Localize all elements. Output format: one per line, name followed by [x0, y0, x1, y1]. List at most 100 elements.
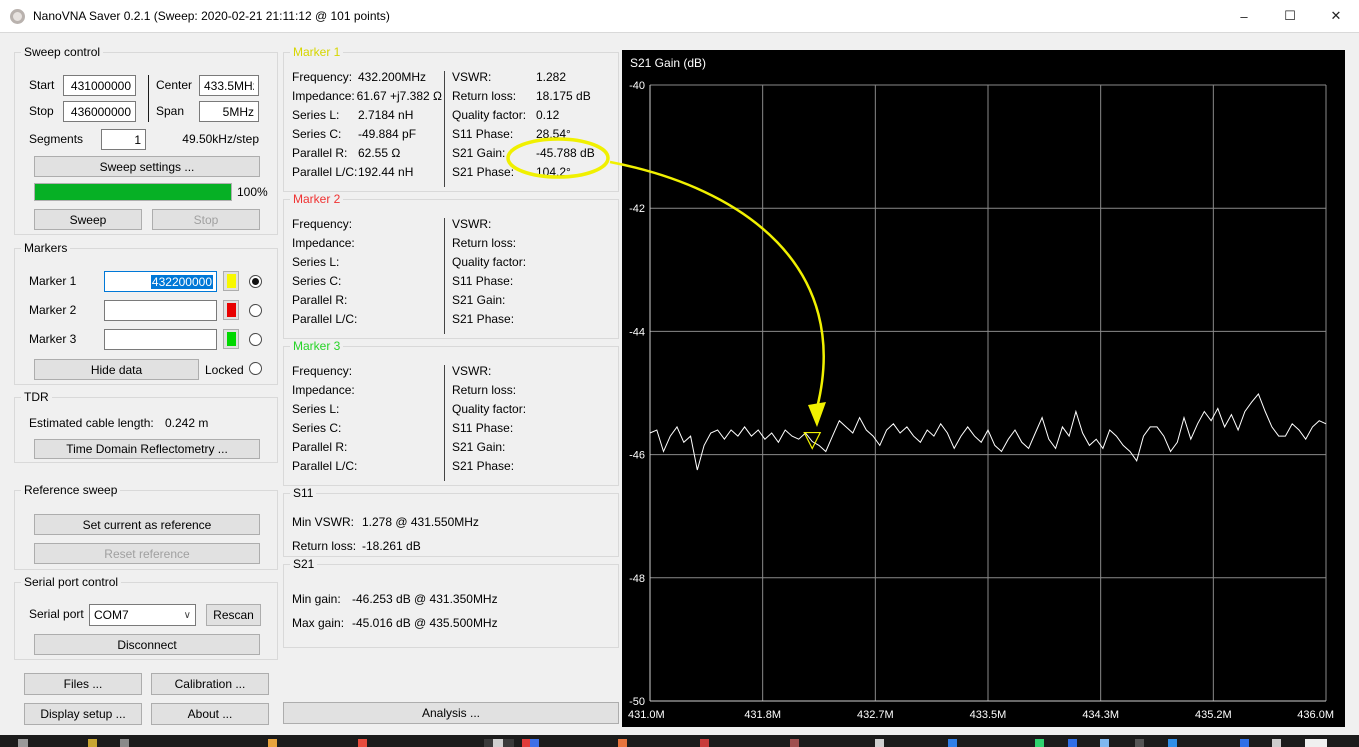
marker1-color-button[interactable] — [223, 271, 239, 291]
marker-detail-label: Impedance: — [292, 235, 355, 250]
marker-detail-label: Quality factor: — [452, 107, 527, 122]
marker2-frequency-input[interactable] — [104, 300, 217, 321]
title-bar[interactable]: NanoVNA Saver 0.2.1 (Sweep: 2020-02-21 2… — [0, 0, 1359, 33]
sweep-button[interactable]: Sweep — [34, 209, 142, 230]
analysis-button[interactable]: Analysis ... — [283, 702, 619, 724]
center-frequency-input[interactable] — [199, 75, 259, 96]
x-axis-tick-label: 432.7M — [857, 709, 894, 721]
marker2-detail-group: Marker 2 Frequency: Impedance: Series L: Se… — [283, 192, 619, 339]
about-button[interactable]: About ... — [151, 703, 269, 725]
hide-data-button[interactable]: Hide data — [34, 359, 199, 380]
marker-detail-label: Series C: — [292, 273, 342, 288]
close-button[interactable]: ✕ — [1313, 0, 1359, 32]
stop-button[interactable]: Stop — [152, 209, 260, 230]
taskbar-icon[interactable] — [268, 739, 277, 747]
column-divider — [444, 71, 445, 187]
column-divider — [148, 75, 149, 122]
marker-detail-value: 432.200MHz — [358, 69, 427, 84]
group-title: Markers — [21, 241, 71, 255]
marker3-radio[interactable] — [249, 333, 262, 346]
marker-detail-label: S21 Phase: — [452, 311, 515, 326]
marker-detail-label: S11 Phase: — [452, 126, 514, 141]
maximize-button[interactable]: ☐ — [1267, 0, 1313, 32]
taskbar-icon[interactable] — [1135, 739, 1144, 747]
display-setup-button[interactable]: Display setup ... — [24, 703, 142, 725]
taskbar-icon[interactable] — [700, 739, 709, 747]
span-frequency-input[interactable] — [199, 101, 259, 122]
step-size-info: 49.50kHz/step — [182, 132, 259, 146]
marker2-radio[interactable] — [249, 304, 262, 317]
group-title: TDR — [21, 390, 52, 404]
taskbar-icon[interactable] — [1100, 739, 1109, 747]
taskbar-icon[interactable] — [530, 739, 539, 747]
progress-percent-label: 100% — [237, 185, 268, 199]
stop-frequency-input[interactable] — [63, 101, 136, 122]
start-frequency-input[interactable] — [63, 75, 136, 96]
start-label: Start — [29, 78, 55, 92]
taskbar-icon[interactable] — [618, 739, 627, 747]
taskbar-icon[interactable] — [948, 739, 957, 747]
marker-detail-label: S21 Gain: — [452, 439, 506, 454]
time-domain-reflectometry-button[interactable]: Time Domain Reflectometry ... — [34, 439, 260, 459]
taskbar-icon[interactable] — [88, 739, 97, 747]
taskbar-icon[interactable] — [790, 739, 799, 747]
taskbar-icon[interactable] — [358, 739, 367, 747]
marker-detail-label: Quality factor: — [452, 401, 527, 416]
marker-detail-right-column: VSWR: 1.282 Return loss: 18.175 dB Quality f… — [452, 67, 614, 181]
taskbar-icon[interactable] — [1068, 739, 1077, 747]
summary-label: Min gain: — [292, 592, 341, 606]
x-axis-tick-label: 434.3M — [1082, 709, 1119, 721]
segments-input[interactable] — [101, 129, 146, 150]
taskbar-icon[interactable] — [1035, 739, 1044, 747]
marker-detail-left-column: Frequency: 432.200MHz Impedance: 61.67 +j7.… — [292, 67, 442, 181]
marker-detail-value: 1.282 — [536, 69, 567, 84]
marker1-radio[interactable] — [249, 275, 262, 288]
s21-gain-chart[interactable]: -40 -42 -44 -46 -48 -50 431.0M 431.8M 432.7M 433.… — [622, 50, 1345, 727]
marker-detail-label: S11 Phase: — [452, 273, 514, 288]
group-title: Marker 3 — [290, 339, 344, 353]
marker3-label: Marker 3 — [29, 332, 77, 346]
marker-detail-label: Return loss: — [452, 235, 517, 250]
y-axis-tick-label: -46 — [629, 450, 645, 462]
marker1-detail-group: Marker 1 Frequency: 432.200MHz Impedance: 6… — [283, 45, 619, 192]
marker-detail-value: 62.55 Ω — [358, 145, 401, 160]
marker1-frequency-input[interactable]: 432200000 — [104, 271, 217, 292]
marker-detail-label: VSWR: — [452, 363, 492, 378]
taskbar-icon[interactable] — [1168, 739, 1177, 747]
files-button[interactable]: Files ... — [24, 673, 142, 695]
serial-port-select[interactable]: COM7 ∨ — [89, 604, 196, 626]
taskbar-icon[interactable] — [493, 739, 503, 747]
marker-detail-label: Parallel R: — [292, 292, 348, 307]
marker-detail-label: VSWR: — [452, 216, 492, 231]
segments-label: Segments — [29, 132, 84, 146]
span-label: Span — [156, 104, 185, 118]
reset-reference-button[interactable]: Reset reference — [34, 543, 260, 564]
marker-detail-value: 2.7184 nH — [358, 107, 414, 122]
taskbar-icon[interactable] — [1272, 739, 1281, 747]
marker-detail-value: 28.54° — [536, 126, 571, 141]
summary-value: -18.261 dB — [362, 539, 421, 553]
marker-detail-value: 0.12 — [536, 107, 560, 122]
marker-detail-label: Series L: — [292, 401, 340, 416]
marker3-color-button[interactable] — [223, 329, 239, 349]
taskbar-icon[interactable] — [1240, 739, 1249, 747]
sweep-settings-button[interactable]: Sweep settings ... — [34, 156, 260, 177]
marker3-frequency-input[interactable] — [104, 329, 217, 350]
taskbar-icon[interactable] — [18, 739, 28, 747]
marker-detail-label: Series C: — [292, 420, 342, 435]
group-title: Marker 2 — [290, 192, 344, 206]
marker-detail-label: Impedance: — [292, 382, 355, 397]
marker-detail-label: VSWR: — [452, 69, 492, 84]
taskbar-icon[interactable] — [1305, 739, 1327, 747]
minimize-button[interactable]: – — [1221, 0, 1267, 32]
disconnect-button[interactable]: Disconnect — [34, 634, 260, 655]
rescan-button[interactable]: Rescan — [206, 604, 261, 626]
taskbar-icon[interactable] — [120, 739, 129, 747]
x-axis-tick-label: 431.8M — [744, 709, 781, 721]
taskbar[interactable] — [0, 735, 1359, 747]
locked-radio[interactable] — [249, 362, 262, 375]
set-reference-button[interactable]: Set current as reference — [34, 514, 260, 535]
taskbar-icon[interactable] — [875, 739, 884, 747]
calibration-button[interactable]: Calibration ... — [151, 673, 269, 695]
marker2-color-button[interactable] — [223, 300, 239, 320]
